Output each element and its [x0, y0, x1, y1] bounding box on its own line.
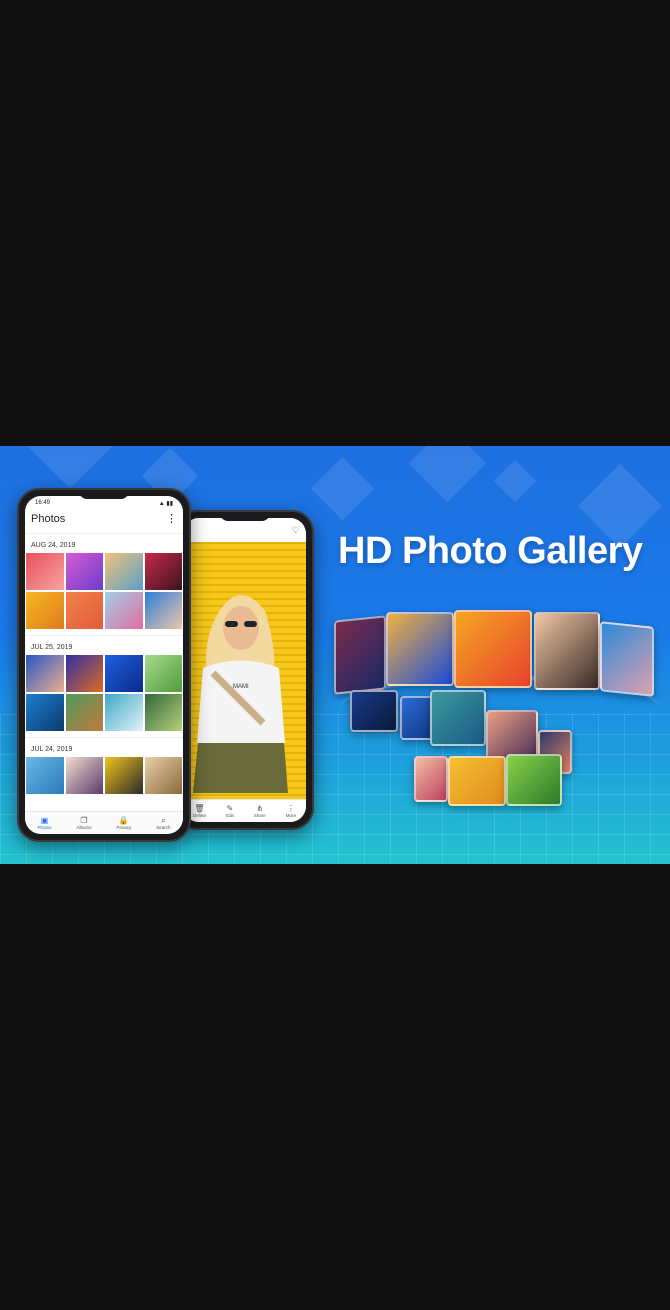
photo-thumb[interactable]: [144, 694, 182, 731]
photo-thumb[interactable]: [65, 592, 103, 629]
photo-thumb[interactable]: [105, 553, 143, 590]
decor-square: [408, 446, 487, 503]
nav-label: Search: [156, 825, 171, 830]
app-bar: Photos ⋮: [25, 510, 183, 534]
more-vertical-icon: ⋮: [286, 804, 295, 813]
bottom-nav: ▣ Photos ❐ Albums 🔒 Privacy ⌕ Search: [25, 811, 183, 834]
phone-notch: [79, 490, 129, 499]
photo-thumb[interactable]: [26, 655, 64, 692]
decor-square: [493, 459, 537, 503]
ribbon-photo: [386, 612, 454, 686]
gallery-screen: 16:49 ▲ ▮▮ Photos ⋮ AUG 24, 2019 JUL 25,…: [25, 496, 183, 834]
photo-thumb[interactable]: [26, 553, 64, 590]
photo-thumb[interactable]: [105, 694, 143, 731]
ribbon-photo: [414, 756, 448, 802]
share-icon: ⋔: [256, 804, 264, 813]
nav-privacy[interactable]: 🔒 Privacy: [116, 816, 131, 830]
edit-button[interactable]: ✎ Edit: [226, 804, 234, 818]
trash-icon: 🗑: [194, 804, 205, 813]
photo-thumb[interactable]: [65, 757, 103, 794]
delete-button[interactable]: 🗑 Delete: [193, 804, 206, 818]
lock-icon: 🔒: [118, 816, 129, 825]
search-icon: ⌕: [161, 816, 166, 825]
ribbon-photo: [506, 754, 562, 806]
ribbon-photo: [430, 690, 486, 746]
photo-grid: [25, 757, 183, 794]
headline-text: HD Photo Gallery: [338, 530, 643, 572]
section-divider: [25, 731, 183, 738]
photo-grid: [25, 553, 183, 629]
nav-label: Privacy: [116, 825, 132, 830]
nav-label: Share: [253, 813, 266, 818]
phone-gallery: 16:49 ▲ ▮▮ Photos ⋮ AUG 24, 2019 JUL 25,…: [17, 488, 191, 842]
nav-albums[interactable]: ❐ Albums: [76, 816, 91, 830]
photo-thumb[interactable]: [105, 655, 143, 692]
pencil-icon: ✎: [226, 804, 234, 813]
photo-thumb[interactable]: [26, 757, 64, 794]
viewer-top-bar: ♡: [183, 518, 306, 542]
section-divider: [25, 629, 183, 636]
photo-grid: [25, 655, 183, 731]
photo-ribbon: [330, 606, 665, 816]
photo-thumb[interactable]: [144, 592, 182, 629]
nav-label: Albums: [76, 825, 92, 830]
nav-label: Edit: [225, 813, 234, 818]
heart-icon[interactable]: ♡: [292, 525, 300, 536]
ribbon-photo: [350, 690, 398, 732]
nav-search[interactable]: ⌕ Search: [156, 816, 170, 830]
photos-icon: ▣: [40, 816, 49, 825]
photo-thumb[interactable]: [144, 553, 182, 590]
portrait-photo: MAMI: [193, 594, 288, 793]
share-button[interactable]: ⋔ Share: [254, 804, 266, 818]
photo-thumb[interactable]: [65, 694, 103, 731]
section-date: AUG 24, 2019: [31, 542, 76, 549]
nav-label: More: [285, 813, 296, 818]
viewer-bottom-bar: 🗑 Delete ✎ Edit ⋔ Share ⋮ More: [183, 799, 306, 822]
nav-label: Delete: [192, 813, 206, 818]
photo-thumb[interactable]: [144, 655, 182, 692]
photo-thumb[interactable]: [26, 592, 64, 629]
photo-thumb[interactable]: [105, 757, 143, 794]
albums-icon: ❐: [80, 816, 88, 825]
more-vertical-icon[interactable]: ⋮: [166, 512, 177, 525]
nav-photos[interactable]: ▣ Photos: [37, 816, 51, 830]
decor-square: [310, 456, 375, 521]
page-title: Photos: [31, 512, 66, 525]
ribbon-photo: [334, 615, 386, 695]
photo-viewer[interactable]: MAMI: [183, 518, 306, 822]
status-indicators: ▲ ▮▮: [158, 500, 173, 507]
ribbon-photo: [600, 621, 654, 697]
photo-thumb[interactable]: [65, 655, 103, 692]
photo-thumb[interactable]: [65, 553, 103, 590]
nav-label: Photos: [37, 825, 52, 830]
status-time: 16:49: [35, 500, 51, 506]
photo-thumb[interactable]: [144, 757, 182, 794]
more-button[interactable]: ⋮ More: [286, 804, 296, 818]
section-date: JUL 25, 2019: [31, 644, 73, 651]
promo-banner: HD Photo Gallery MAMI ♡ 🗑 Delete ✎ Edit …: [0, 446, 670, 864]
ribbon-photo: [448, 756, 506, 806]
ribbon-photo: [534, 612, 600, 690]
section-date: JUL 24, 2019: [31, 746, 73, 753]
decor-square: [27, 446, 113, 489]
shirt-text: MAMI: [233, 684, 249, 690]
phone-notch: [219, 512, 270, 521]
phone-viewer: MAMI ♡ 🗑 Delete ✎ Edit ⋔ Share ⋮ More: [175, 510, 314, 830]
viewer-screen: MAMI ♡ 🗑 Delete ✎ Edit ⋔ Share ⋮ More: [183, 518, 306, 822]
photo-thumb[interactable]: [26, 694, 64, 731]
ribbon-photo: [454, 610, 532, 688]
photo-thumb[interactable]: [105, 592, 143, 629]
